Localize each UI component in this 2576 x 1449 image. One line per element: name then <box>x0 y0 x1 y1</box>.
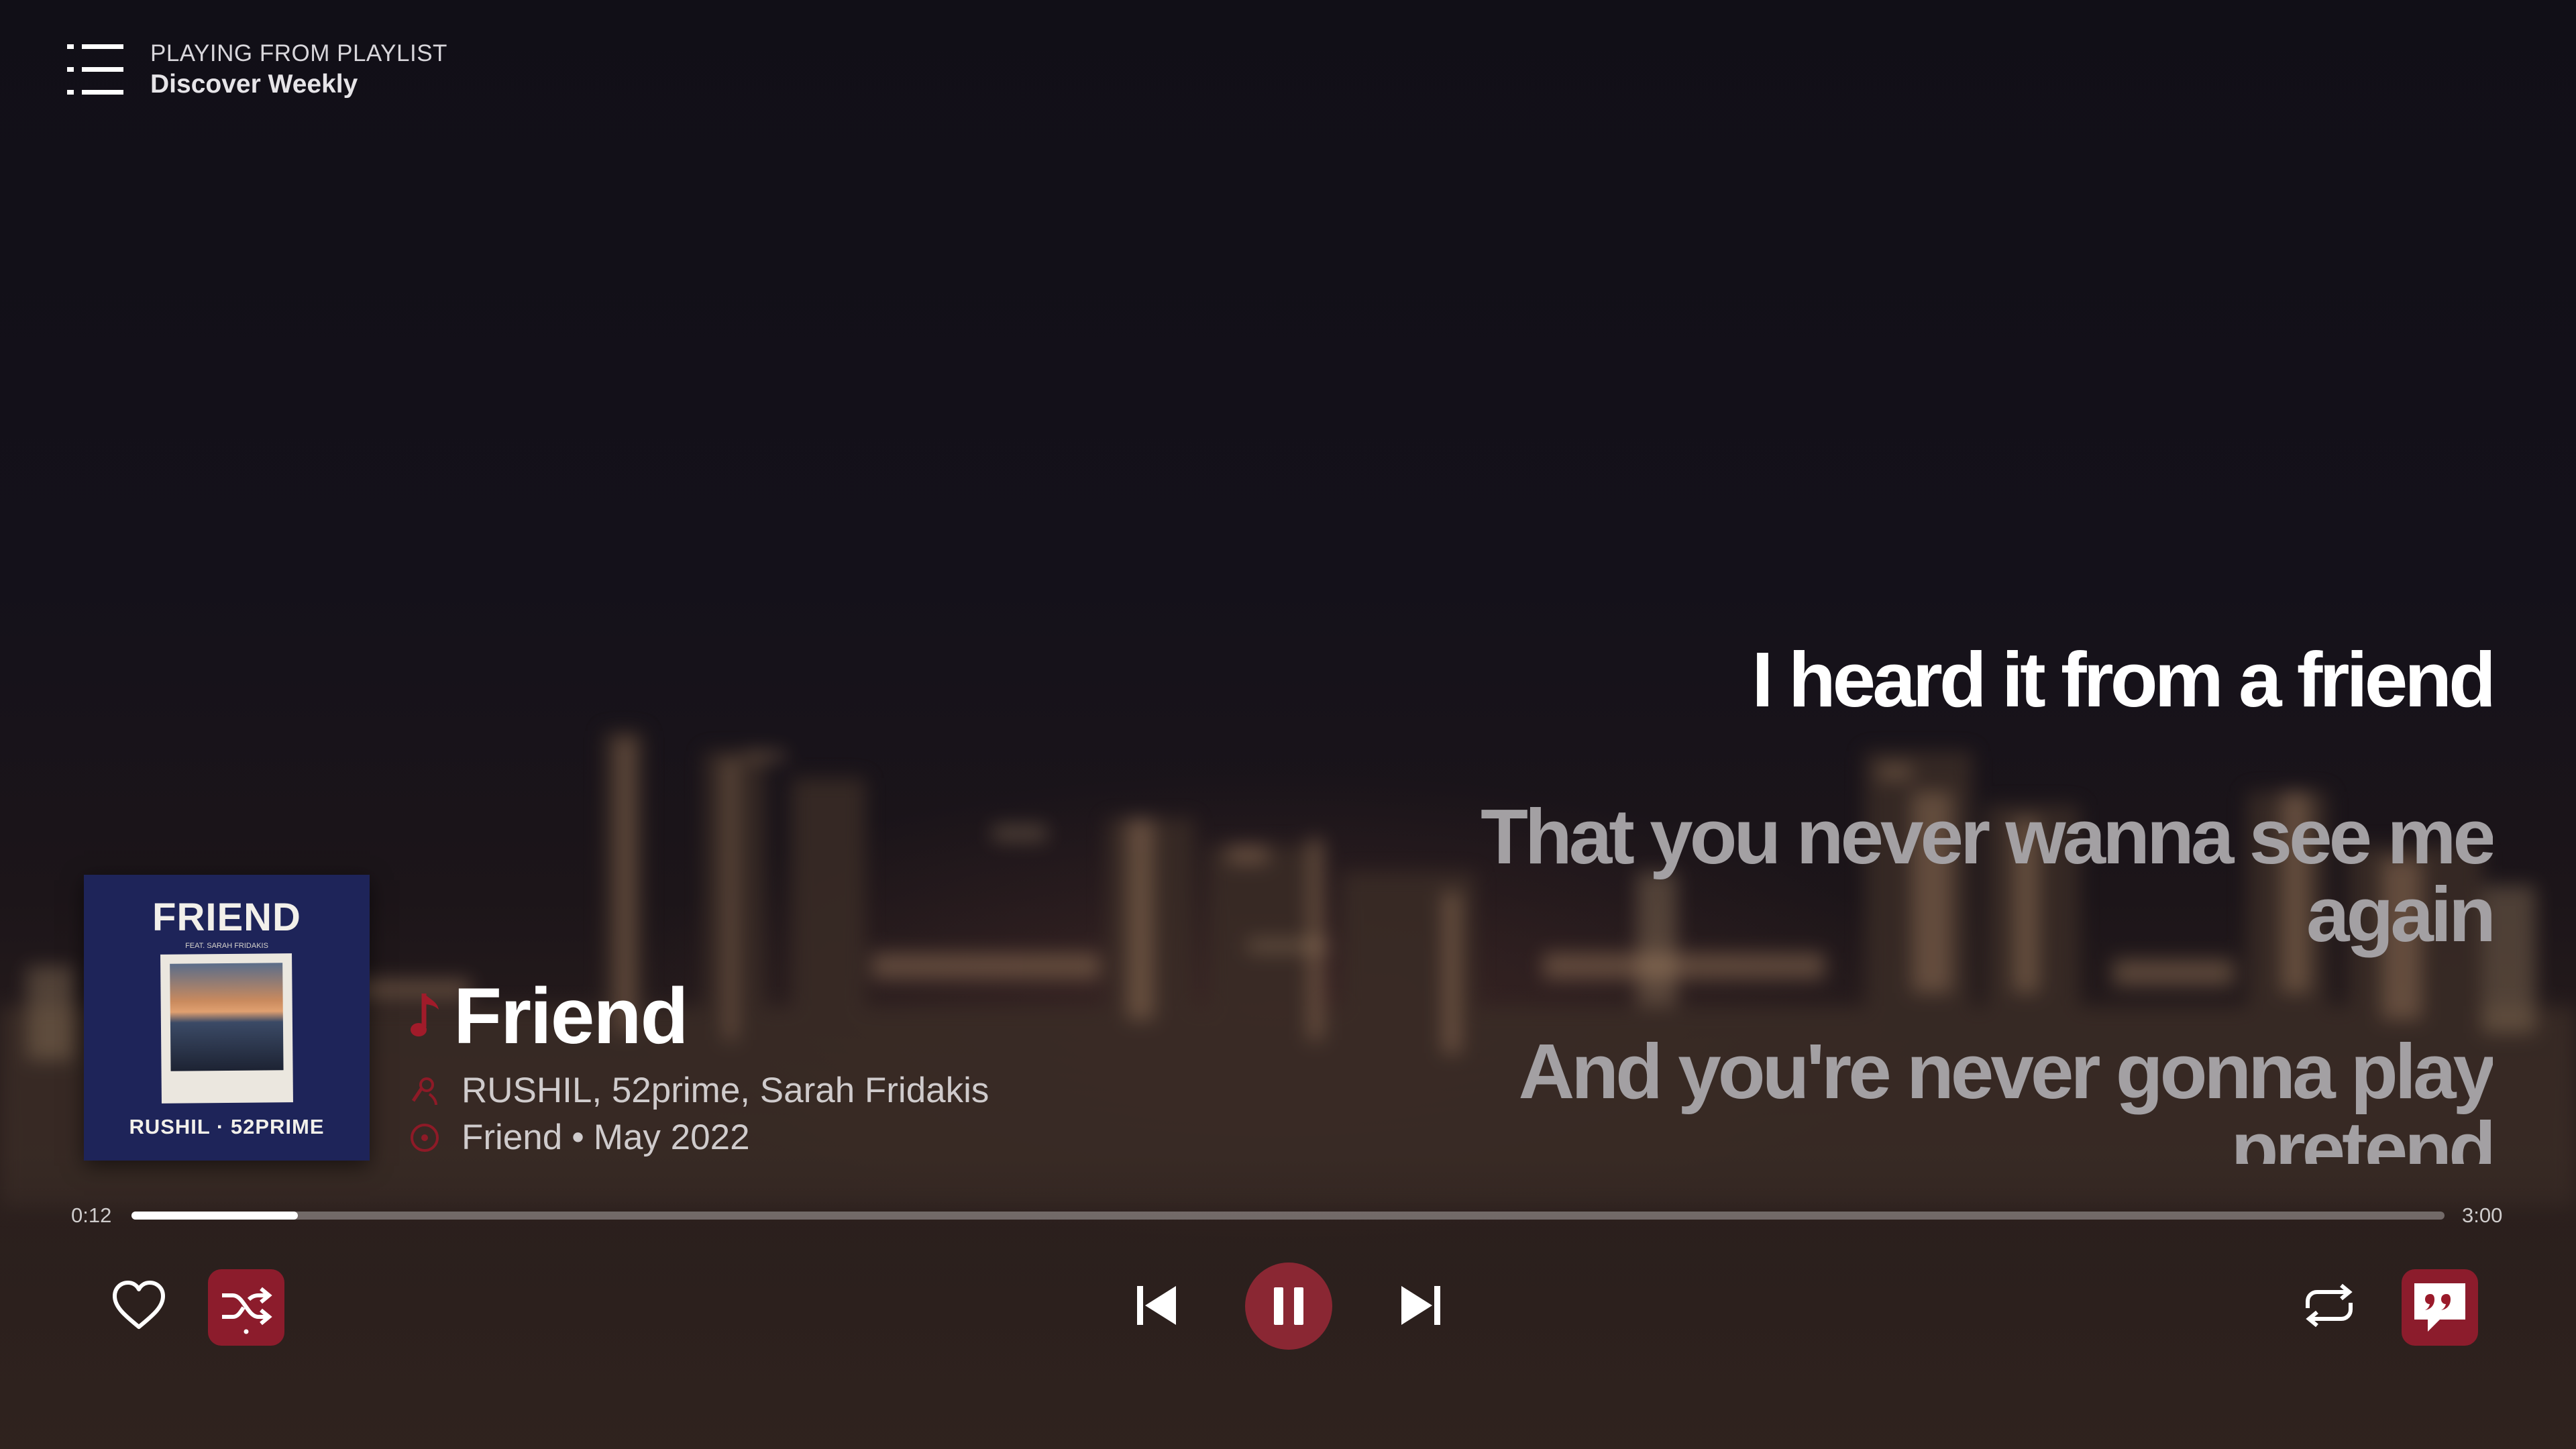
album-row: Friend • May 2022 <box>409 1116 750 1159</box>
next-button[interactable] <box>1386 1271 1456 1340</box>
album-art-photo <box>160 953 293 1104</box>
album-name[interactable]: Friend <box>462 1116 562 1159</box>
repeat-button[interactable] <box>2294 1271 2364 1340</box>
playlist-name[interactable]: Discover Weekly <box>150 68 447 101</box>
shuffle-icon <box>222 1287 272 1334</box>
playing-from-caption: PLAYING FROM PLAYLIST <box>150 40 447 66</box>
track-title[interactable]: Friend <box>453 973 689 1060</box>
skip-previous-icon <box>1137 1286 1176 1325</box>
music-note-icon <box>411 994 439 1036</box>
album-art-title: FRIEND <box>152 896 301 939</box>
release-date: May 2022 <box>593 1118 750 1157</box>
heart-icon <box>113 1281 165 1329</box>
pause-icon <box>1274 1287 1303 1325</box>
meta-separator: • <box>572 1118 584 1157</box>
queue-list-icon[interactable] <box>67 43 123 97</box>
progress-fill <box>131 1212 298 1220</box>
artist-row: RUSHIL, 52prime, Sarah Fridakis <box>409 1069 989 1112</box>
lyric-line-current[interactable]: I heard it from a friend <box>1419 641 2493 718</box>
previous-button[interactable] <box>1122 1271 1191 1340</box>
album-art-credit: RUSHIL · 52PRIME <box>129 1115 325 1138</box>
lyrics-quote-icon <box>2414 1283 2465 1332</box>
lyric-line-next[interactable]: And you're never gonna play pretend <box>1419 1032 2493 1164</box>
track-artists[interactable]: RUSHIL, 52prime, Sarah Fridakis <box>462 1069 989 1112</box>
time-total: 3:00 <box>2462 1203 2503 1227</box>
track-title-row: Friend <box>409 973 689 1060</box>
skip-next-icon <box>1401 1286 1440 1325</box>
progress-bar[interactable] <box>131 1212 2445 1220</box>
like-button[interactable] <box>104 1271 174 1340</box>
album-art: FRIEND FEAT. SARAH FRIDAKIS RUSHIL · 52P… <box>84 875 370 1161</box>
pause-button[interactable] <box>1245 1263 1332 1350</box>
repeat-icon <box>2306 1283 2353 1328</box>
now-playing-screen: PLAYING FROM PLAYLIST Discover Weekly I … <box>0 0 2576 1449</box>
lyric-line-next[interactable]: That you never wanna see me again <box>1419 798 2493 953</box>
time-elapsed: 0:12 <box>71 1203 112 1227</box>
lyrics-button[interactable] <box>2402 1269 2478 1346</box>
shuffle-button[interactable] <box>208 1269 284 1346</box>
album-disc-icon <box>411 1124 439 1152</box>
artist-icon <box>411 1077 437 1106</box>
album-art-feat: FEAT. SARAH FRIDAKIS <box>185 942 268 950</box>
playing-from: PLAYING FROM PLAYLIST Discover Weekly <box>150 39 447 101</box>
lyrics-panel: I heard it from a friend That you never … <box>1419 641 2493 1164</box>
